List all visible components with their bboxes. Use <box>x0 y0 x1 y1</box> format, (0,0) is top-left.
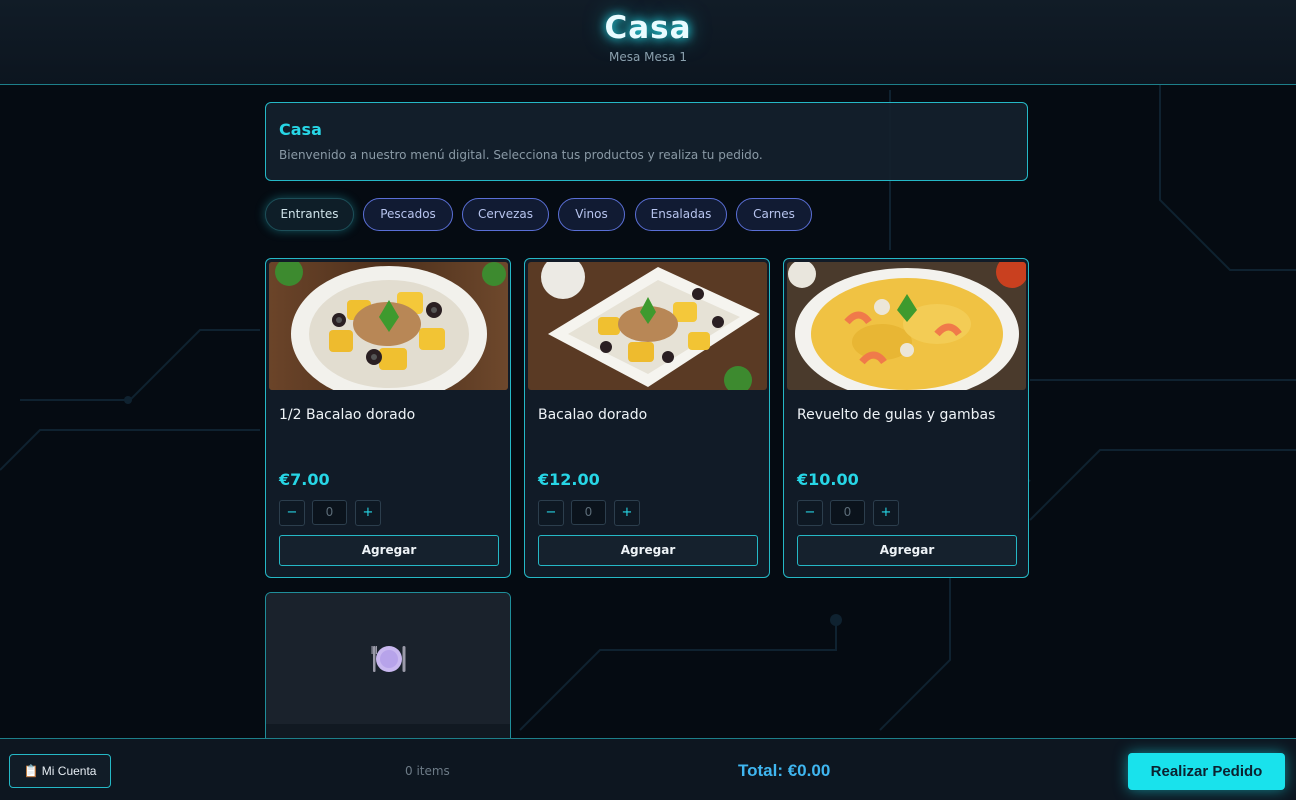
tab-entrantes[interactable]: Entrantes <box>265 198 354 231</box>
quantity-input[interactable]: 0 <box>571 500 606 525</box>
product-price: €7.00 <box>279 470 330 489</box>
welcome-title: Casa <box>279 120 322 139</box>
decrement-button[interactable]: − <box>797 500 823 526</box>
tab-carnes[interactable]: Carnes <box>736 198 812 231</box>
decrement-button[interactable]: − <box>279 500 305 526</box>
increment-button[interactable]: + <box>355 500 381 526</box>
table-label: Mesa Mesa 1 <box>609 50 687 64</box>
place-order-button[interactable]: Realizar Pedido <box>1128 753 1285 790</box>
decrement-button[interactable]: − <box>538 500 564 526</box>
app-header: Casa Mesa Mesa 1 <box>0 0 1296 85</box>
product-name: Revuelto de gulas y gambas <box>797 407 996 423</box>
tab-pescados[interactable]: Pescados <box>363 198 453 231</box>
add-to-order-button[interactable]: Agregar <box>797 535 1017 566</box>
order-total: Total: €0.00 <box>738 761 831 780</box>
quantity-input[interactable]: 0 <box>830 500 865 525</box>
product-price: €10.00 <box>797 470 859 489</box>
product-card: Bacalao dorado €12.00 − 0 + Agregar <box>524 258 770 578</box>
tab-ensaladas[interactable]: Ensaladas <box>635 198 727 231</box>
increment-button[interactable]: + <box>873 500 899 526</box>
product-name: Bacalao dorado <box>538 407 648 423</box>
product-price: €12.00 <box>538 470 600 489</box>
product-card: 1/2 Bacalao dorado €7.00 − 0 + Agregar <box>265 258 511 578</box>
items-count: 0 items <box>405 764 450 778</box>
product-image <box>528 262 767 390</box>
plate-cutlery-icon <box>371 645 406 672</box>
tab-vinos[interactable]: Vinos <box>558 198 625 231</box>
product-name: 1/2 Bacalao dorado <box>279 407 416 423</box>
product-card: Revuelto de gulas y gambas €10.00 − 0 + … <box>783 258 1029 578</box>
add-to-order-button[interactable]: Agregar <box>279 535 499 566</box>
my-account-button[interactable]: 📋 Mi Cuenta <box>9 754 111 788</box>
main-content: Casa Bienvenido a nuestro menú digital. … <box>265 102 1029 752</box>
tab-cervezas[interactable]: Cervezas <box>462 198 549 231</box>
order-footer: 📋 Mi Cuenta 0 items Total: €0.00 Realiza… <box>0 738 1296 800</box>
welcome-panel: Casa Bienvenido a nuestro menú digital. … <box>265 102 1028 181</box>
restaurant-title: Casa <box>604 10 692 46</box>
product-image <box>787 262 1026 390</box>
category-tabs: Entrantes Pescados Cervezas Vinos Ensala… <box>265 198 1028 232</box>
product-image <box>269 262 508 390</box>
add-to-order-button[interactable]: Agregar <box>538 535 758 566</box>
quantity-input[interactable]: 0 <box>312 500 347 525</box>
welcome-message: Bienvenido a nuestro menú digital. Selec… <box>279 148 763 162</box>
product-card <box>265 592 511 752</box>
increment-button[interactable]: + <box>614 500 640 526</box>
product-image-placeholder <box>266 593 510 724</box>
